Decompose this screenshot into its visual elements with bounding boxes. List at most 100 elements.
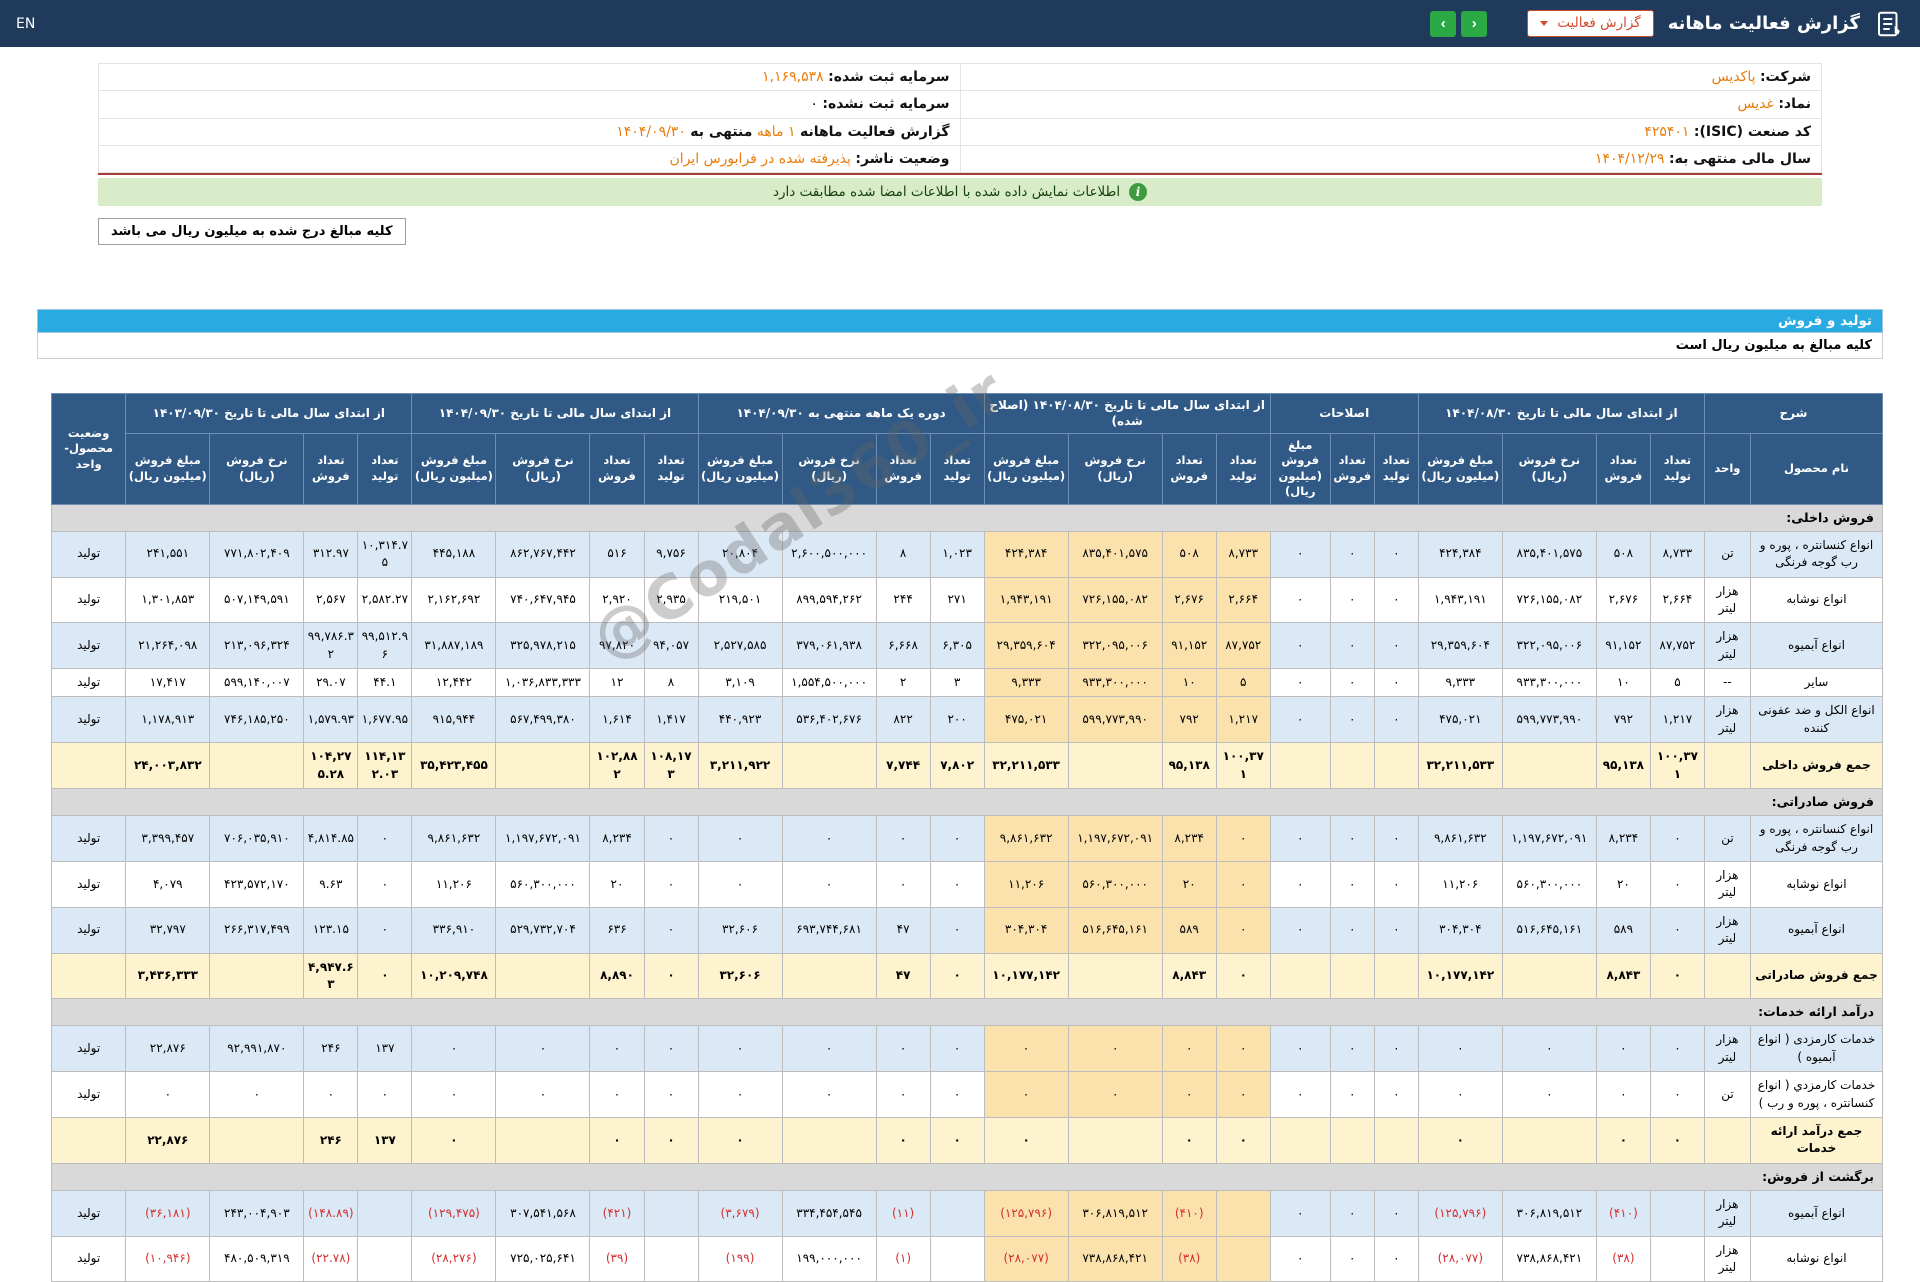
value-cell: ۵۶۰,۳۰۰,۰۰۰ [1501,860,1597,908]
value-cell: ۰ [1269,576,1331,624]
value-cell [1067,952,1163,1000]
value-cell: (۳۸) [1595,1235,1651,1282]
value-cell: ۰ [1215,1025,1271,1073]
value-cell: ۱۲,۴۴۲ [411,668,497,698]
column-group-header: از ابتدای سال مالی تا تاریخ ۱۴۰۴/۰۸/۳۰ [1417,393,1705,434]
value-cell [1215,1235,1271,1282]
value-cell: ۲,۵۶۷ [303,576,359,624]
value-cell: (۱۲۹,۴۷۵) [411,1189,497,1237]
value-cell: ۴,۸۱۴.۸۵ [303,815,359,862]
table-row: خدمات کارمزدي ( انواع کنسانتره ، پوره و … [50,1071,1884,1118]
value-cell: ۰ [1329,906,1375,954]
value-cell: ۱۰۰,۳۷۱ [1215,742,1271,790]
value-cell: ۲۱۳,۰۹۶,۳۲۴ [209,622,305,670]
amounts-note-text: کلیه مبالغ درج شده به میلیون ریال می باش… [111,224,393,240]
value-cell [495,1116,591,1164]
column-header: نرخ فروش (ریال) [781,432,877,505]
column-header: نرخ فروش (ریال) [209,432,305,505]
value-cell: ۰ [495,1071,591,1118]
value-cell: ۴۴۵,۱۸۸ [411,530,497,578]
value-cell: ۳,۳۹۹,۴۵۷ [125,815,211,862]
value-cell: ۰ [1649,906,1705,954]
value-cell [781,742,877,790]
info-value[interactable]: ۱ ماهه [757,124,796,140]
report-type-dropdown[interactable]: گزارش فعالیت [1527,10,1654,37]
value-cell: ۰ [303,1071,359,1118]
info-value[interactable]: پذیرفته شده در فرابورس ایران [669,151,850,167]
value-cell: ۰ [1501,1071,1597,1118]
value-cell: ۲۴۶ [303,1025,359,1073]
total-label-cell: جمع فروش داخلی [1749,742,1884,790]
value-cell [495,742,591,790]
info-value[interactable]: پاکدیس [1712,69,1756,85]
value-cell: ۳۱۲.۹۷ [303,530,359,578]
value-cell: ۲۴۱,۵۵۱ [125,530,211,578]
column-header: وضعیت محصول-واحد [50,393,127,505]
table-row: فروش صادراتی: [51,788,1883,817]
section-label: فروش صادراتی: [51,788,1883,817]
value-cell: ۹۳۳,۳۰۰,۰۰۰ [1501,668,1597,698]
value-cell [781,1116,877,1164]
info-value[interactable]: ۱۴۰۴/۱۲/۲۹ [1595,151,1665,167]
value-cell: ۰ [643,815,699,862]
info-value[interactable]: ۴۲۵۴۰۱ [1644,124,1689,140]
value-cell: ۳۲,۲۱۱,۵۳۳ [983,742,1069,790]
info-value[interactable]: غدیس [1737,96,1773,112]
value-cell: ۳۰۶,۸۱۹,۵۱۲ [1501,1189,1597,1237]
value-cell: ۰ [357,815,413,862]
value-cell: ۹۱,۱۵۲ [1161,622,1217,670]
value-cell: ۴,۹۴۷.۶۳ [303,952,359,1000]
value-cell: ۹۵,۱۳۸ [1161,742,1217,790]
chevron-left-icon: ‹ [1471,15,1477,32]
column-header: تعداد تولید [643,432,699,505]
info-label: شرکت: [1759,69,1811,85]
value-cell: ۱۱,۲۰۶ [983,860,1069,908]
value-cell [1501,952,1597,1000]
info-value[interactable]: ۱,۱۶۹,۵۳۸ [762,69,824,85]
value-cell: ۲۰ [1595,860,1651,908]
value-cell: ۰ [209,1071,305,1118]
value-cell: (۳,۶۷۹) [697,1189,783,1237]
amounts-note-box: کلیه مبالغ درج شده به میلیون ریال می باش… [98,218,406,246]
value-cell: ۵۱۶ [589,530,645,578]
value-cell: ۰ [1595,1025,1651,1073]
value-cell: ۹۹,۷۸۶.۳۲ [303,622,359,670]
section-label: درآمد ارائه خدمات: [51,998,1883,1027]
value-cell: ۰ [697,1025,783,1073]
value-cell: ۹,۸۶۱,۶۳۲ [983,815,1069,862]
value-cell: ۴۸۰,۵۰۹,۳۱۹ [209,1235,305,1282]
value-cell [1501,742,1597,790]
value-cell: ۰ [1329,860,1375,908]
value-cell: ۵۳۶,۴۰۲,۶۷۶ [781,696,877,744]
value-cell: ۰ [643,1025,699,1073]
value-cell: ۰ [411,1071,497,1118]
value-cell: ۰ [411,1025,497,1073]
column-header: تعداد تولید [1649,432,1705,505]
unit-cell: تن [1703,815,1751,862]
value-cell: ۳۰۴,۳۰۴ [1417,906,1503,954]
value-cell: ۰ [1373,906,1419,954]
value-cell: ۸ [875,530,931,578]
value-cell: ۱۱,۲۰۶ [411,860,497,908]
value-cell: ۳۳۴,۴۵۴,۵۴۵ [781,1189,877,1237]
value-cell: ۵۸۹ [1161,906,1217,954]
value-cell: ۱۰,۳۱۴.۷۵ [357,530,413,578]
language-toggle[interactable]: EN [16,16,35,32]
value-cell: ۲,۱۶۲,۶۹۲ [411,576,497,624]
value-cell: ۰ [1215,1071,1271,1118]
value-cell: ۸۹۹,۵۹۴,۲۶۲ [781,576,877,624]
status-cell [50,1116,127,1164]
value-cell: ۷۳۸,۸۶۸,۴۲۱ [1067,1235,1163,1282]
info-value[interactable]: ۱۴۰۴/۰۹/۳۰ [616,124,686,140]
value-cell: ۳۲,۶۰۶ [697,906,783,954]
value-cell: ۹,۳۳۳ [983,668,1069,698]
product-name-cell: انواع آبمیوه [1749,622,1884,670]
value-cell: ۰ [1595,1071,1651,1118]
prev-report-button[interactable]: ‹ [1461,10,1488,37]
value-cell: ۰ [875,815,931,862]
column-header: مبلغ فروش (میلیون ریال) [1417,432,1503,505]
value-cell: ۰ [589,1071,645,1118]
value-cell: ۵۶۷,۴۹۹,۳۸۰ [495,696,591,744]
value-cell: ۰ [929,815,985,862]
next-report-button[interactable]: › [1430,10,1457,37]
